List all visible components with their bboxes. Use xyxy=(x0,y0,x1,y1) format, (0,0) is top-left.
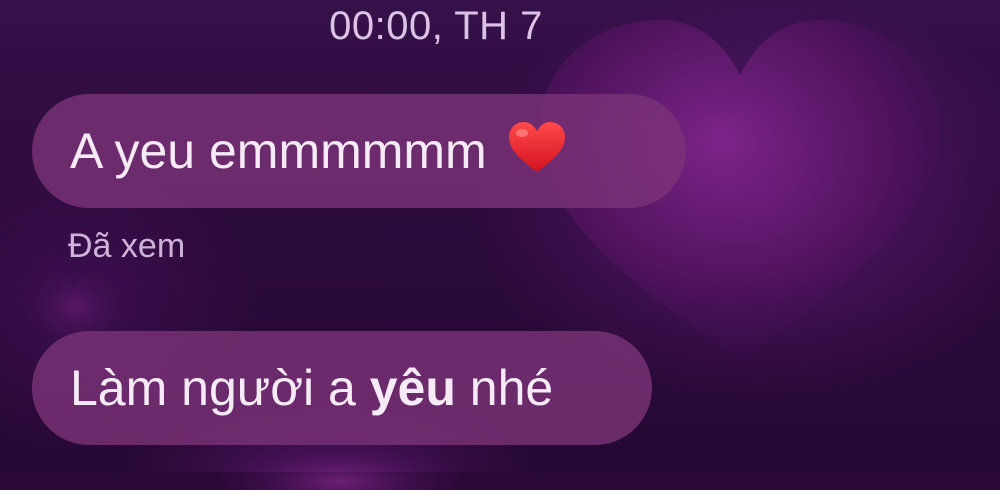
red-heart-icon xyxy=(508,122,565,172)
message-text-bold: yêu xyxy=(369,360,456,416)
message-text: A yeu emmmmmm xyxy=(70,123,487,179)
seen-status: Đã xem xyxy=(68,227,186,265)
message-bubble[interactable]: Làm người a yêu nhé xyxy=(32,331,652,445)
message-text-start: Làm người a xyxy=(70,360,370,416)
message-text-end: nhé xyxy=(455,360,554,416)
message-timestamp: 00:00, TH 7 xyxy=(329,4,543,48)
message-bubble[interactable]: A yeu emmmmmm xyxy=(32,94,686,208)
